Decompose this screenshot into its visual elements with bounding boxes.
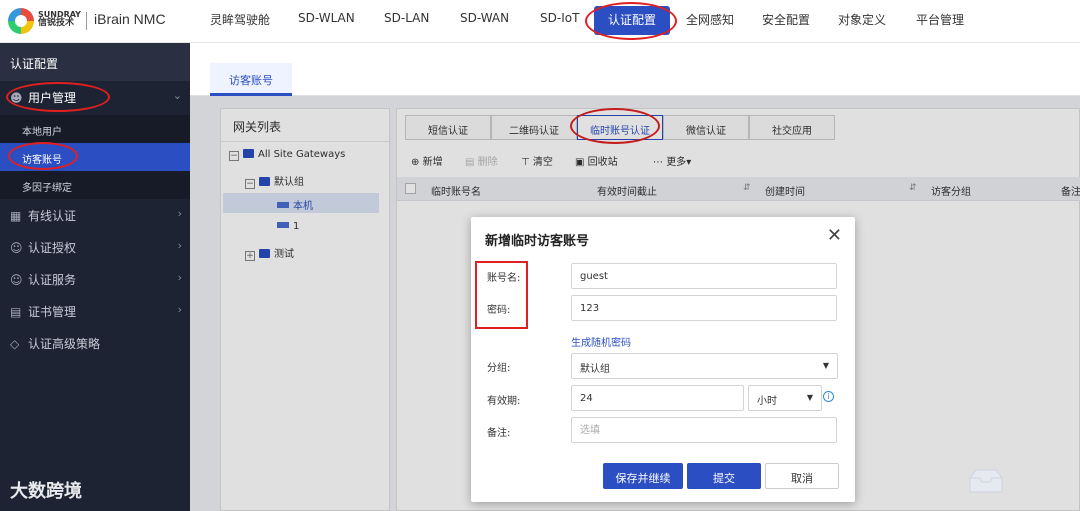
sidebar-item-label: 认证高级策略 bbox=[28, 337, 101, 351]
sidebar: 认证配置 ☻ 用户管理 ⌄ 本地用户 访客账号 多因子绑定 ▦ 有线认证 › ☺ 认证… bbox=[0, 43, 190, 511]
caret-down-icon: ▼ bbox=[806, 393, 813, 402]
group-label: 分组: bbox=[487, 363, 511, 374]
product-name: iBrain NMC bbox=[94, 11, 166, 27]
logo-brand-zh: 信锐技术 bbox=[38, 18, 75, 28]
empty-box-icon bbox=[969, 469, 1003, 493]
sidebar-title: 认证配置 bbox=[0, 43, 190, 81]
info-icon[interactable]: i bbox=[823, 391, 834, 402]
nav-sd-lan[interactable]: SD-LAN bbox=[384, 11, 429, 25]
logo-brand: SUNDRAY 信锐技术 bbox=[38, 10, 81, 28]
nav-auth-config[interactable]: 认证配置 bbox=[594, 6, 671, 35]
sidebar-item-guest-accounts[interactable]: 访客账号 bbox=[0, 143, 190, 171]
cancel-button[interactable]: 取消 bbox=[765, 463, 839, 489]
sidebar-item-label: 证书管理 bbox=[28, 305, 77, 319]
chevron-down-icon: ⌄ bbox=[172, 89, 182, 102]
certificate-icon: ▤ bbox=[10, 305, 22, 319]
generate-random-password-link[interactable]: 生成随机密码 bbox=[571, 334, 631, 349]
nav-sd-wan[interactable]: SD-WAN bbox=[460, 11, 509, 25]
tab-guest-accounts[interactable]: 访客账号 bbox=[210, 63, 292, 96]
top-navbar: SUNDRAY 信锐技术 iBrain NMC 灵眸驾驶舱 SD-WLAN SD… bbox=[0, 0, 1080, 43]
remark-label: 备注: bbox=[487, 428, 511, 439]
validity-unit-value: 小时 bbox=[757, 396, 777, 407]
watermark-text: 大数跨境 bbox=[10, 481, 82, 502]
annotation-box bbox=[475, 261, 528, 329]
logo-icon bbox=[8, 8, 34, 34]
sidebar-item-advanced-policy[interactable]: ◇ 认证高级策略 bbox=[0, 329, 190, 357]
add-temp-guest-dialog: 新增临时访客账号 ✕ 账号名: 密码: 生成随机密码 分组: 默认组 ▼ 有效期… bbox=[471, 217, 855, 502]
account-name-input[interactable] bbox=[571, 263, 837, 289]
chevron-right-icon: › bbox=[177, 271, 182, 284]
sidebar-item-auth-service[interactable]: ☺ 认证服务 › bbox=[0, 265, 190, 293]
sidebar-item-auth-authorization[interactable]: ☺ 认证授权 › bbox=[0, 233, 190, 261]
sidebar-item-user-management[interactable]: ☻ 用户管理 ⌄ bbox=[0, 83, 190, 111]
nav-platform-management[interactable]: 平台管理 bbox=[916, 11, 964, 28]
diamond-icon: ◇ bbox=[10, 337, 20, 351]
dialog-title: 新增临时访客账号 bbox=[485, 234, 590, 249]
nav-sd-wlan[interactable]: SD-WLAN bbox=[298, 11, 355, 25]
logo-divider bbox=[86, 12, 87, 30]
nav-cockpit[interactable]: 灵眸驾驶舱 bbox=[210, 11, 270, 28]
user-key-icon: ☺ bbox=[10, 241, 23, 255]
nav-sd-iot[interactable]: SD-IoT bbox=[540, 11, 579, 25]
wired-icon: ▦ bbox=[10, 209, 22, 223]
sidebar-item-label: 用户管理 bbox=[28, 91, 77, 105]
logo[interactable]: SUNDRAY 信锐技术 iBrain NMC bbox=[8, 8, 198, 34]
page-tab-bar: 访客账号 bbox=[190, 43, 1080, 96]
sidebar-item-label: 认证服务 bbox=[28, 273, 77, 287]
nav-security-config[interactable]: 安全配置 bbox=[762, 11, 810, 28]
remark-input[interactable] bbox=[571, 417, 837, 443]
chevron-right-icon: › bbox=[177, 239, 182, 252]
user-service-icon: ☺ bbox=[10, 273, 23, 287]
validity-input[interactable] bbox=[571, 385, 744, 411]
save-and-continue-button[interactable]: 保存并继续 bbox=[603, 463, 683, 489]
sidebar-item-mfa-binding[interactable]: 多因子绑定 bbox=[0, 171, 190, 199]
chevron-right-icon: › bbox=[177, 303, 182, 316]
sidebar-item-label: 认证授权 bbox=[28, 241, 77, 255]
nav-network-awareness[interactable]: 全网感知 bbox=[686, 11, 734, 28]
submit-button[interactable]: 提交 bbox=[687, 463, 761, 489]
group-select[interactable]: 默认组 ▼ bbox=[571, 353, 838, 379]
sidebar-item-label: 有线认证 bbox=[28, 209, 77, 223]
group-select-value: 默认组 bbox=[580, 364, 610, 375]
password-input[interactable] bbox=[571, 295, 837, 321]
user-icon: ☻ bbox=[10, 91, 23, 105]
nav-object-definition[interactable]: 对象定义 bbox=[838, 11, 886, 28]
chevron-right-icon: › bbox=[177, 207, 182, 220]
caret-down-icon: ▼ bbox=[822, 361, 829, 370]
sidebar-item-wired-auth[interactable]: ▦ 有线认证 › bbox=[0, 201, 190, 229]
validity-unit-select[interactable]: 小时 ▼ bbox=[748, 385, 822, 411]
close-icon[interactable]: ✕ bbox=[827, 225, 842, 246]
sidebar-item-local-users[interactable]: 本地用户 bbox=[0, 115, 190, 143]
sidebar-item-cert-management[interactable]: ▤ 证书管理 › bbox=[0, 297, 190, 325]
validity-label: 有效期: bbox=[487, 396, 521, 407]
